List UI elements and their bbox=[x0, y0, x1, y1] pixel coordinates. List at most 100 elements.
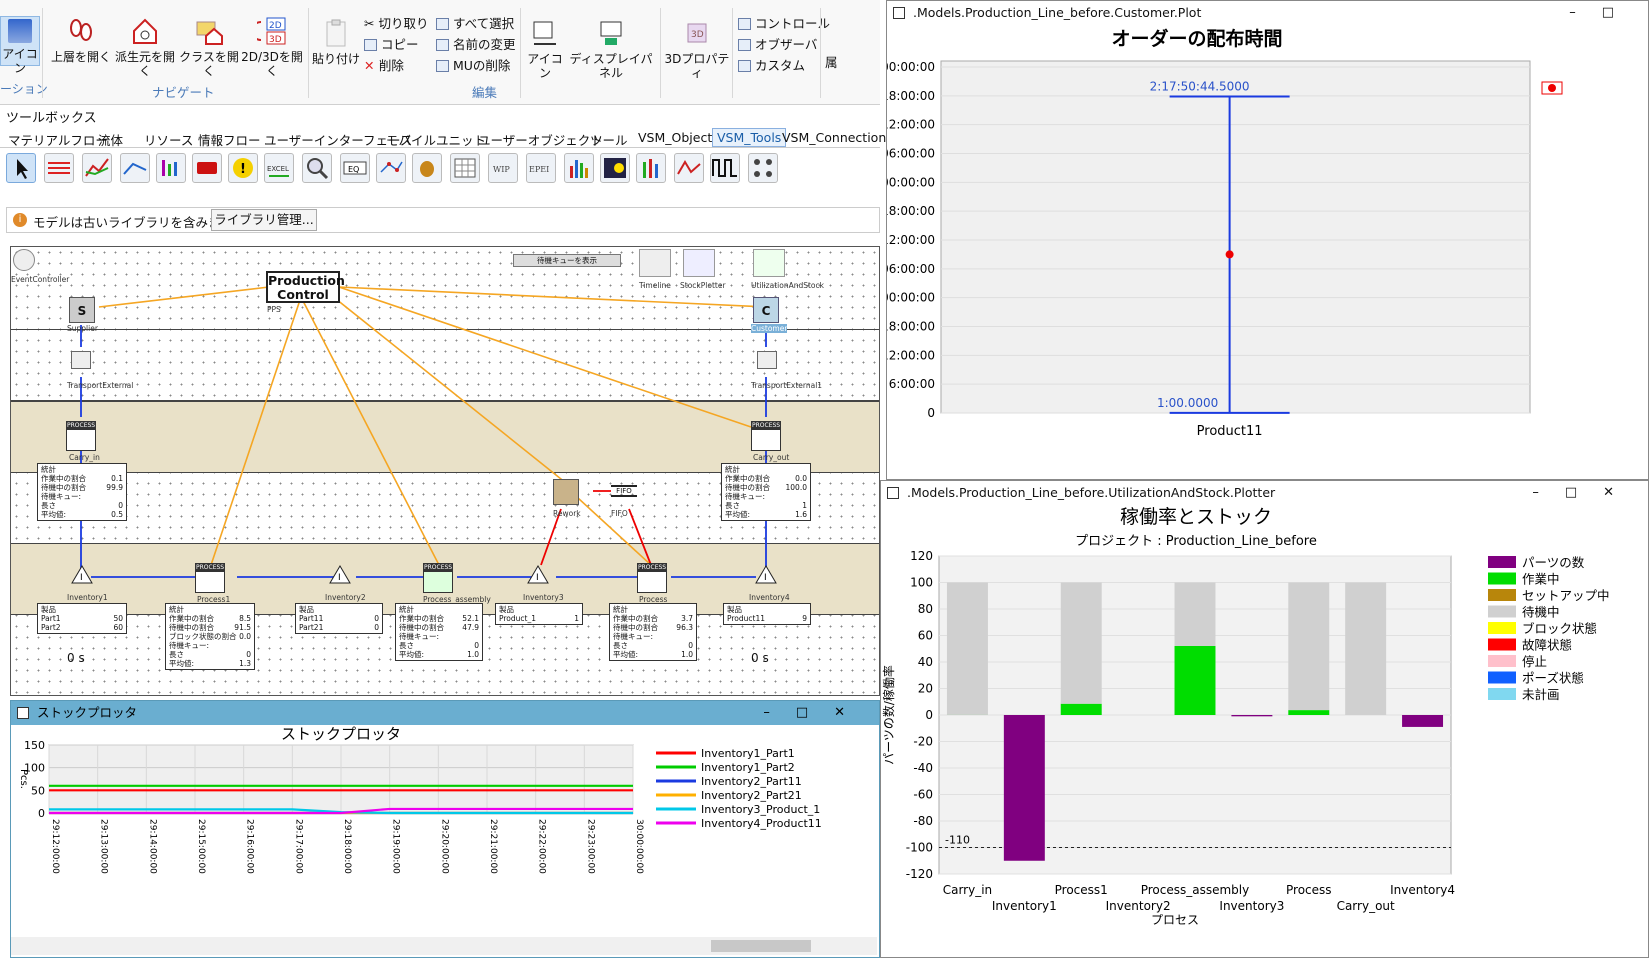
inventory4-table: 製品 Product11 9 bbox=[723, 603, 811, 625]
copy-button[interactable]: コピー bbox=[364, 37, 419, 53]
process-box[interactable]: PROCESS bbox=[637, 563, 667, 593]
supplier-label: Supplier bbox=[67, 324, 98, 333]
tool-9[interactable]: EQ bbox=[340, 153, 370, 183]
util-legend-label: 故障状態 bbox=[1522, 638, 1572, 653]
customer-ytick: 1:06:00:00 bbox=[887, 262, 935, 276]
window-controls[interactable]: –□✕ bbox=[1532, 481, 1640, 505]
customer-factory-icon[interactable]: C bbox=[753, 297, 779, 323]
carry-out-process[interactable]: PROCESS bbox=[751, 421, 781, 451]
tool-13[interactable]: WIP bbox=[488, 153, 518, 183]
tab-tools[interactable]: ツール bbox=[590, 130, 628, 149]
tool-19[interactable] bbox=[710, 153, 740, 183]
truck-left-icon[interactable] bbox=[71, 351, 91, 369]
tool-7[interactable]: EXCEL bbox=[264, 153, 294, 183]
tab-resources[interactable]: リソース bbox=[144, 130, 193, 149]
icon-view-button[interactable]: アイコン bbox=[0, 16, 40, 75]
delete-mu-button[interactable]: MUの削除 bbox=[436, 58, 510, 74]
tool-15[interactable] bbox=[564, 153, 594, 183]
stock-chart-title: ストックプロッタ bbox=[281, 725, 401, 743]
observer-button[interactable]: オブザーバ bbox=[738, 37, 817, 53]
window-controls[interactable]: –□ bbox=[1569, 1, 1640, 25]
pointer-tool[interactable] bbox=[6, 153, 36, 183]
window-controls[interactable]: –□✕ bbox=[763, 701, 871, 725]
process-header: PROCESS bbox=[424, 564, 453, 572]
open-origin-button[interactable]: 派生元を開く bbox=[112, 16, 178, 78]
tab-vsm-tools[interactable]: VSM_Tools bbox=[712, 128, 787, 147]
library-notice-bar: i モデルは古いライブラリを含みます。 ライブラリ管理... bbox=[6, 207, 880, 233]
tab-mobile-units[interactable]: モバイルユニット bbox=[386, 130, 486, 149]
tool-1[interactable] bbox=[44, 153, 74, 183]
tool-12[interactable] bbox=[450, 153, 480, 183]
tool-20[interactable] bbox=[748, 153, 778, 183]
cut-button[interactable]: ✂ 切り取り bbox=[364, 16, 428, 32]
icon-button[interactable]: アイコン bbox=[524, 18, 566, 80]
tool-4[interactable] bbox=[156, 153, 186, 183]
tool-10[interactable] bbox=[376, 153, 406, 183]
display-panel-button[interactable]: ディスプレイパネル bbox=[566, 18, 656, 80]
utilization-tool-icon[interactable] bbox=[753, 249, 785, 277]
tab-information-flow[interactable]: 情報フロー bbox=[198, 130, 261, 149]
tool-14[interactable]: EPEI bbox=[526, 153, 556, 183]
customer-ytick: 3:00:00:00 bbox=[887, 60, 935, 74]
stock-xtick: 29:20:00:00 bbox=[439, 819, 449, 874]
show-queue-button[interactable]: 待機キューを表示 bbox=[513, 254, 621, 267]
folder-house-icon bbox=[196, 21, 223, 45]
3d-properties-label: 3Dプロパティ bbox=[664, 52, 730, 80]
tab-vsm-connections[interactable]: VSM_Connections bbox=[782, 130, 893, 145]
tab-vsm-objects[interactable]: VSM_Objects bbox=[638, 130, 719, 145]
inventory1-icon[interactable]: I bbox=[71, 565, 93, 585]
stopwatch-icon[interactable] bbox=[13, 249, 35, 271]
tool-8[interactable] bbox=[302, 153, 332, 183]
stock-plotter-tool-icon[interactable] bbox=[683, 249, 715, 277]
fifo-lane[interactable]: FIFO bbox=[611, 485, 637, 497]
tab-material-flow[interactable]: マテリアルフロー bbox=[8, 130, 108, 149]
library-management-button[interactable]: ライブラリ管理... bbox=[211, 209, 317, 231]
delete-button[interactable]: ✕ 削除 bbox=[364, 58, 404, 74]
rename-button[interactable]: 名前の変更 bbox=[436, 37, 516, 53]
util-parts-bar bbox=[1231, 715, 1273, 717]
util-ytick: 100 bbox=[910, 576, 933, 590]
carry-in-process[interactable]: PROCESS bbox=[66, 421, 96, 451]
open-class-button[interactable]: クラスを開く bbox=[178, 16, 240, 78]
util-xtick: Inventory2 bbox=[1106, 899, 1171, 913]
stock-plotter-label: StockPlotter bbox=[680, 281, 726, 290]
process-assembly-box[interactable]: PROCESS bbox=[423, 563, 453, 593]
line-chart-icon bbox=[85, 158, 109, 177]
tool-5[interactable] bbox=[192, 153, 222, 183]
timeline-tool-icon[interactable] bbox=[639, 249, 671, 277]
tool-3[interactable] bbox=[120, 153, 150, 183]
rework-icon[interactable] bbox=[553, 479, 579, 505]
icon-button-label: アイコン bbox=[527, 52, 563, 80]
production-control-box[interactable]: Production Control bbox=[266, 271, 345, 303]
paste-button[interactable]: 貼り付け bbox=[312, 18, 360, 66]
custom-button[interactable]: カスタム bbox=[738, 58, 805, 74]
inventory4-icon[interactable]: I bbox=[755, 565, 777, 585]
event-controller-label: EventController bbox=[11, 275, 70, 284]
util-xtick: Carry_in bbox=[943, 883, 992, 897]
tool-16[interactable] bbox=[600, 153, 630, 183]
model-canvas: EventController 待機キューを表示 Timeline StockP… bbox=[10, 246, 880, 696]
rename-label: 名前の変更 bbox=[453, 37, 516, 52]
stock-xtick: 30:00:00:00 bbox=[634, 819, 644, 874]
tab-user-objects[interactable]: ユーザーオブジェクト bbox=[478, 130, 603, 149]
inventory2-icon[interactable]: I bbox=[329, 565, 351, 585]
process1-box[interactable]: PROCESS bbox=[195, 563, 225, 593]
inventory3-icon[interactable]: I bbox=[527, 565, 549, 585]
open-parent-button[interactable]: 上層を開く bbox=[50, 16, 112, 64]
tool-18[interactable] bbox=[674, 153, 704, 183]
tool-2[interactable] bbox=[82, 153, 112, 183]
tab-fluid[interactable]: 流体 bbox=[98, 130, 123, 149]
tool-6[interactable]: ! bbox=[228, 153, 258, 183]
truck-right-icon[interactable] bbox=[757, 351, 777, 369]
tool-11[interactable] bbox=[412, 153, 442, 183]
select-all-button[interactable]: すべて選択 bbox=[436, 16, 514, 32]
tool-17[interactable] bbox=[636, 153, 666, 183]
open-2d3d-button[interactable]: 2D 3D 2D/3Dを開く bbox=[240, 16, 304, 78]
pps-label: PPS bbox=[267, 305, 281, 314]
info-icon: i bbox=[13, 213, 27, 227]
observer-icon bbox=[738, 39, 751, 51]
3d-properties-button[interactable]: 3D 3Dプロパティ bbox=[664, 18, 730, 80]
svg-text:I: I bbox=[338, 573, 341, 583]
supplier-factory-icon[interactable]: S bbox=[69, 297, 95, 323]
control-button[interactable]: コントロール bbox=[738, 16, 830, 32]
